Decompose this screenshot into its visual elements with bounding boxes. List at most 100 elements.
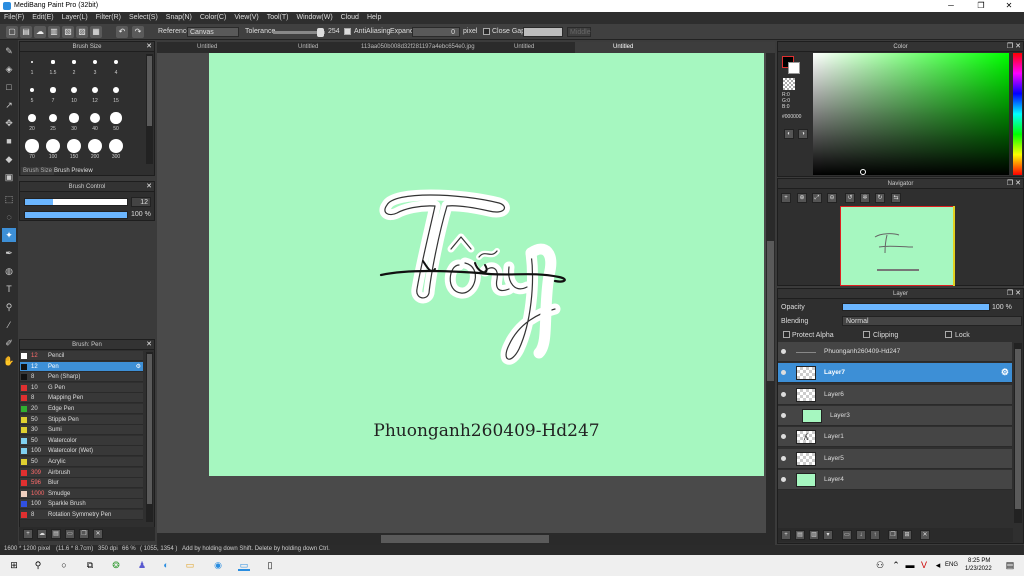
brush-list-scrollbar[interactable] <box>146 352 153 522</box>
chrome-icon[interactable]: ◉ <box>212 559 224 571</box>
expand-input[interactable]: 0 <box>412 27 460 37</box>
panel-close-icon[interactable]: ✕ <box>146 340 152 348</box>
tray-chevron-icon[interactable]: ⌃ <box>890 559 902 571</box>
blending-select[interactable]: Normal <box>842 316 1022 326</box>
duplicate-layer-icon[interactable]: ❐ <box>888 530 898 540</box>
canvas-vertical-scrollbar[interactable] <box>766 53 775 533</box>
layer-list-scrollbar[interactable] <box>1014 343 1022 523</box>
text-tool-icon[interactable]: T <box>2 282 16 296</box>
protect-alpha-checkbox[interactable] <box>783 331 790 338</box>
tab-document-active[interactable]: Untitled <box>575 42 775 53</box>
color-history-icon[interactable]: ◑ <box>798 129 808 139</box>
menu-edit[interactable]: Edit(E) <box>28 12 57 21</box>
new-8bit-layer-icon[interactable]: ▥ <box>809 530 819 540</box>
eyedropper-icon[interactable]: ⁄ <box>2 318 16 332</box>
tab-brush-size[interactable]: Brush Size <box>21 167 55 175</box>
medibang-taskbar-icon[interactable]: ▭ <box>238 559 250 571</box>
layer-row[interactable]: Layer3 <box>778 405 1012 426</box>
reset-view-icon[interactable]: ✲ <box>860 193 870 203</box>
canvas-horizontal-scrollbar[interactable] <box>157 533 775 545</box>
brush-cloud-icon[interactable]: ☁ <box>37 529 47 539</box>
antivirus-icon[interactable]: V <box>918 559 930 571</box>
menu-window[interactable]: Window(W) <box>292 12 336 21</box>
hue-slider[interactable] <box>1013 53 1022 175</box>
panel-close-icon[interactable]: ✕ <box>146 182 152 190</box>
brush-item[interactable]: 8 Mapping Pen <box>20 393 143 404</box>
layer-row[interactable]: Layer6 <box>778 384 1012 405</box>
lasso-tool-icon[interactable]: ◌ <box>2 210 16 224</box>
panel-close-icon[interactable]: ❐ ✕ <box>1007 42 1021 50</box>
secondary-color-swatch[interactable] <box>788 62 800 74</box>
brush-size-dot[interactable] <box>30 60 34 64</box>
new-halftone-layer-icon[interactable]: ▤ <box>795 530 805 540</box>
hand-tool-icon[interactable]: ✋ <box>2 354 16 368</box>
brush-size-dot[interactable] <box>72 60 76 64</box>
brush-item[interactable]: 100 Watercolor (Wet) <box>20 446 143 457</box>
layer-visibility-icon[interactable] <box>781 434 786 440</box>
magic-wand-icon[interactable]: ✦ <box>2 228 16 242</box>
layer-row[interactable]: Layer5 <box>778 448 1012 469</box>
save-cloud-icon[interactable]: ▧ <box>62 26 74 38</box>
layer-visibility-icon[interactable] <box>781 412 786 418</box>
layer-row[interactable]: Layer4 <box>778 469 1012 490</box>
select-eraser-icon[interactable]: ◍ <box>2 264 16 278</box>
cortana-icon[interactable]: ○ <box>58 559 70 571</box>
layer-down-icon[interactable]: ↓ <box>856 530 866 540</box>
menu-tool[interactable]: Tool(T) <box>263 12 293 21</box>
select-tool-icon[interactable]: ↗ <box>2 98 16 112</box>
brush-item[interactable]: 50 Stipple Pen <box>20 414 143 425</box>
layer-folder-icon[interactable]: ▭ <box>842 530 852 540</box>
layer-visibility-icon[interactable] <box>781 349 786 354</box>
layer-row[interactable]: Phuonganh260409-Hd247 <box>778 342 1012 362</box>
teams-icon[interactable]: ♟ <box>136 559 148 571</box>
zoom-out-icon[interactable]: ⊕ <box>797 193 807 203</box>
layer-row[interactable]: Layer7 ⚙ <box>778 363 1012 384</box>
brush-size-dot[interactable] <box>91 86 99 94</box>
flip-icon[interactable]: ⇆ <box>891 193 901 203</box>
brush-opacity-slider[interactable] <box>24 211 128 219</box>
tab-document-3[interactable]: 113aa050b008d32f281197a4ebc654e0.jpg <box>361 44 475 50</box>
gradient-tool-icon[interactable]: ▣ <box>2 170 16 184</box>
panel-close-icon[interactable]: ❐ ✕ <box>1007 179 1021 187</box>
dropper-tool-icon[interactable]: ✐ <box>2 336 16 350</box>
new-file-icon[interactable]: ▢ <box>6 26 18 38</box>
brush-size-slider[interactable] <box>24 198 128 206</box>
menu-select[interactable]: Select(S) <box>125 12 162 21</box>
volume-icon[interactable]: ◂ <box>932 559 944 571</box>
save-icon[interactable]: ▥ <box>48 26 60 38</box>
file-icon[interactable]: ▯ <box>264 559 276 571</box>
actual-size-icon[interactable]: ⊖ <box>827 193 837 203</box>
tab-document-4[interactable]: Untitled <box>514 44 534 50</box>
brush-item[interactable]: 30 Sumi <box>20 425 143 436</box>
new-layer-icon[interactable]: + <box>781 530 791 540</box>
move-tool-icon[interactable]: ✥ <box>2 116 16 130</box>
bucket-tool-icon[interactable]: ◆ <box>2 152 16 166</box>
delete-layer-icon[interactable]: ✕ <box>920 530 930 540</box>
layer-visibility-icon[interactable] <box>781 370 786 376</box>
antialiasing-checkbox[interactable] <box>344 28 351 35</box>
brush-size-dot[interactable] <box>51 60 55 64</box>
cloud-icon[interactable]: ☁ <box>34 26 46 38</box>
brush-size-dot[interactable] <box>67 139 81 153</box>
brush-size-dot[interactable] <box>25 139 39 153</box>
clock-time[interactable]: 8:25 PM <box>968 558 990 564</box>
brush-size-dot[interactable] <box>46 139 60 153</box>
eraser-tool-icon[interactable]: ◈ <box>2 62 16 76</box>
close-gaps-slider[interactable] <box>523 27 563 37</box>
people-icon[interactable]: ⚇ <box>874 559 886 571</box>
tab-brush-preview[interactable]: Brush Preview <box>52 167 95 175</box>
brush-size-value[interactable]: 12 <box>131 197 151 207</box>
close-gaps-checkbox[interactable] <box>483 28 490 35</box>
layer-row[interactable]: ʎ Layer1 <box>778 427 1012 448</box>
brush-copy-icon[interactable]: ▤ <box>51 529 61 539</box>
operation-tool-icon[interactable]: ⚲ <box>2 300 16 314</box>
transparent-color-icon[interactable] <box>783 78 795 90</box>
menu-filter[interactable]: Filter(R) <box>92 12 125 21</box>
menu-file[interactable]: File(F) <box>0 12 28 21</box>
panel-close-icon[interactable]: ✕ <box>146 42 152 50</box>
menu-help[interactable]: Help <box>363 12 385 21</box>
brush-size-dot[interactable] <box>48 113 58 123</box>
brush-size-dot[interactable] <box>112 86 120 94</box>
fill-shape-icon[interactable]: ■ <box>2 134 16 148</box>
layer-visibility-icon[interactable] <box>781 476 786 482</box>
